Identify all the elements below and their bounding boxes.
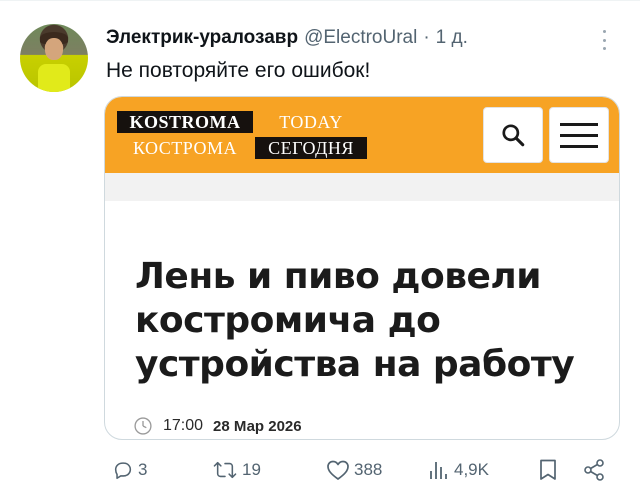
top-divider [0, 0, 640, 1]
views-count: 4,9K [454, 460, 489, 479]
views-button[interactable]: 4,9K [428, 455, 489, 485]
card-headline: Лень и пиво довели костромича до устройс… [135, 256, 575, 385]
like-button[interactable]: 388 [326, 455, 382, 485]
avatar-vest [38, 64, 70, 92]
bookmark-icon [540, 459, 556, 480]
like-count: 388 [354, 460, 383, 479]
share-button[interactable] [582, 455, 606, 485]
clock-icon [134, 417, 152, 435]
avatar-face [45, 38, 63, 60]
retweet-button[interactable]: 19 [212, 455, 261, 485]
more-icon[interactable] [596, 30, 612, 50]
reply-button[interactable]: 3 [112, 455, 147, 485]
retweet-icon [213, 461, 237, 479]
retweet-count: 19 [242, 460, 261, 479]
card-time: 17:00 [163, 417, 204, 434]
avatar[interactable] [20, 24, 88, 92]
share-icon [584, 459, 604, 481]
site-logo: KOSTROMA TODAY КОСТРОМА СЕГОДНЯ [117, 111, 367, 159]
separator-dot: · [423, 27, 430, 48]
logo-kostroma-en: KOSTROMA [117, 111, 253, 133]
bookmark-button[interactable] [538, 455, 558, 485]
tweet-time[interactable]: 1 д. [436, 27, 468, 49]
logo-today-en: TODAY [255, 111, 367, 133]
tweet-actions: 3 19 388 4,9K [106, 455, 614, 485]
reply-icon [114, 462, 132, 480]
like-icon [327, 460, 349, 480]
link-card[interactable]: KOSTROMA TODAY КОСТРОМА СЕГОДНЯ Лень и п… [104, 96, 620, 440]
logo-segodnya-ru: СЕГОДНЯ [255, 137, 367, 159]
site-search-button [483, 107, 543, 163]
views-icon [430, 462, 447, 479]
author-name[interactable]: Электрик-уралозавр [106, 27, 298, 49]
site-header: KOSTROMA TODAY КОСТРОМА СЕГОДНЯ [105, 97, 619, 173]
tweet-text: Не повторяйте его ошибок! [106, 59, 371, 82]
logo-kostroma-ru: КОСТРОМА [117, 137, 253, 159]
search-icon [502, 124, 525, 147]
card-divider-strip [105, 173, 619, 201]
card-date: 28 Мар 2026 [213, 417, 302, 435]
author-handle[interactable]: @ElectroUral [304, 27, 417, 49]
tweet-header: Электрик-уралозавр @ElectroUral · 1 д. [106, 26, 468, 50]
reply-count: 3 [138, 460, 148, 479]
menu-icon [549, 107, 609, 163]
card-meta: 17:00 28 Мар 2026 [133, 415, 302, 437]
